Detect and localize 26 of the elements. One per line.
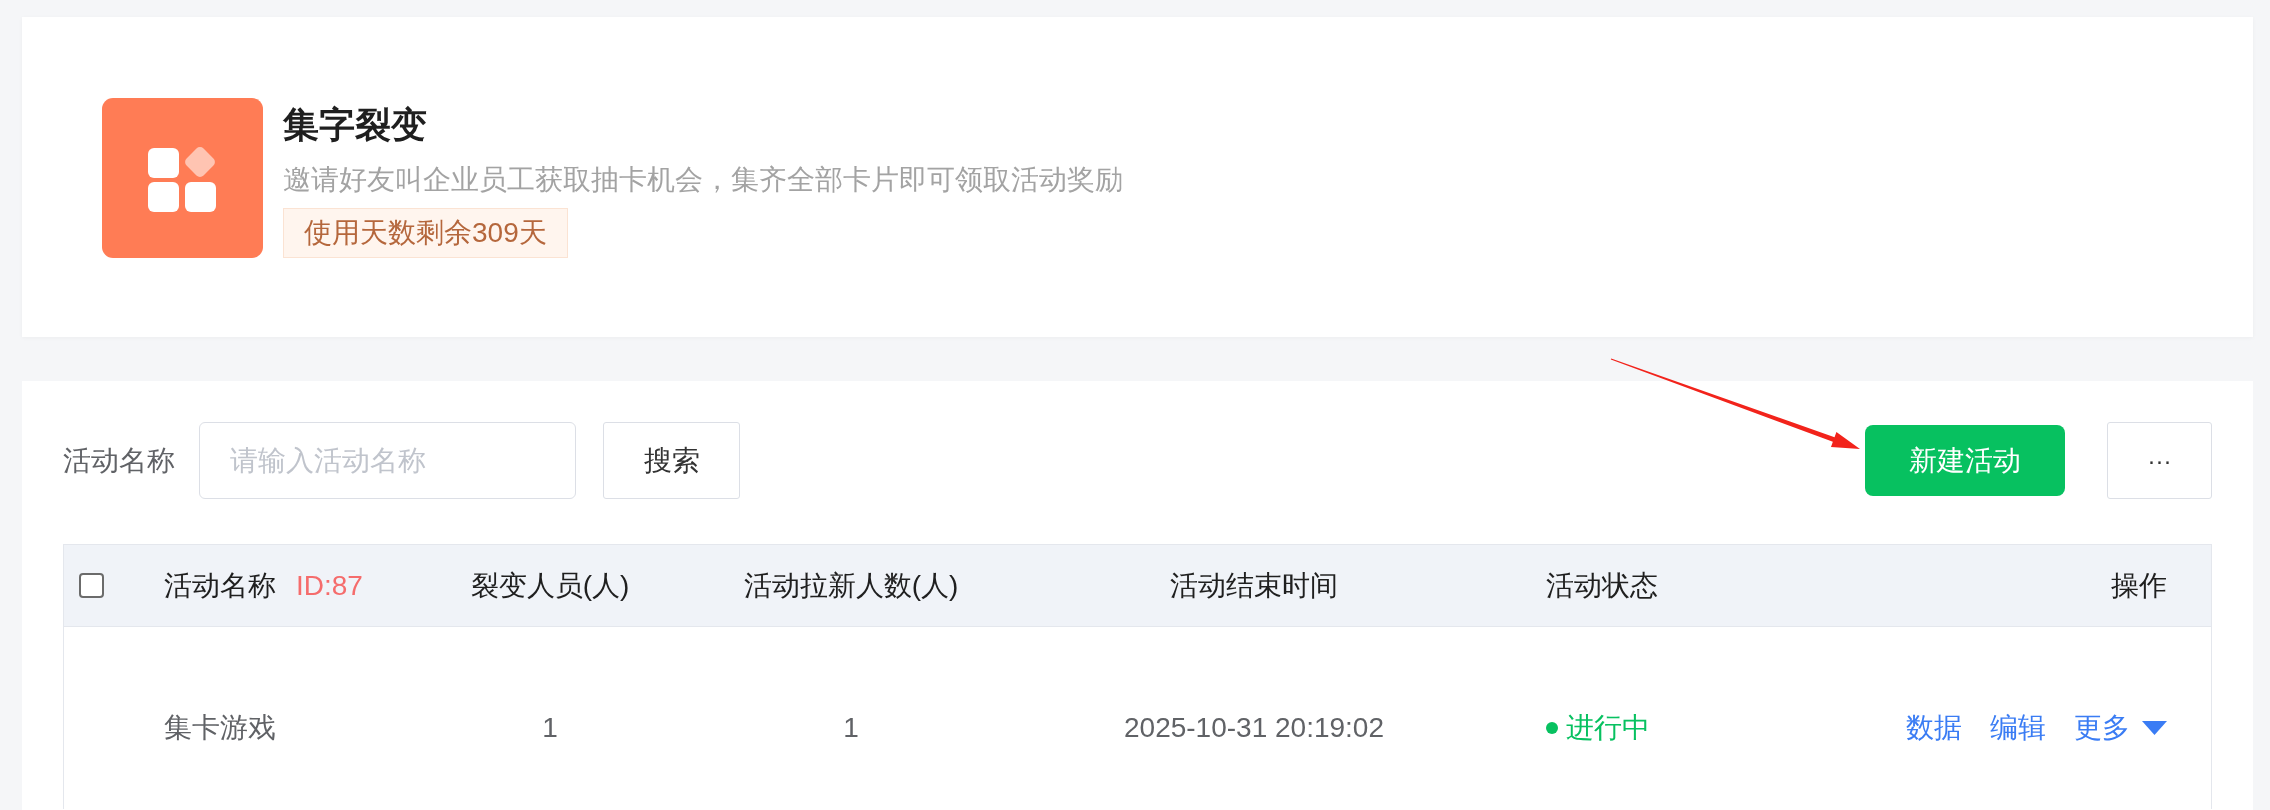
search-button[interactable]: 搜索 bbox=[603, 422, 740, 499]
filter-label: 活动名称 bbox=[63, 443, 175, 478]
remaining-days-badge: 使用天数剩余309天 bbox=[283, 208, 568, 258]
column-header: 活动名称 bbox=[164, 568, 276, 603]
table-cell-text: 1 bbox=[843, 711, 859, 745]
app-title: 集字裂变 bbox=[283, 103, 427, 147]
id-tag: ID:87 bbox=[296, 564, 363, 607]
column-header: 活动拉新人数(人) bbox=[743, 568, 959, 603]
more-options-button[interactable]: ··· bbox=[2107, 422, 2212, 499]
action-link[interactable]: 数据 bbox=[1906, 707, 1962, 749]
app-description: 邀请好友叫企业员工获取抽卡机会，集齐全部卡片即可领取活动奖励 bbox=[283, 163, 1123, 197]
table-cell-text: 2025-10-31 20:19:02 bbox=[1124, 711, 1384, 745]
action-link[interactable]: 编辑 bbox=[1990, 707, 2046, 749]
select-all-checkbox[interactable] bbox=[79, 573, 104, 598]
new-activity-button[interactable]: 新建活动 bbox=[1865, 425, 2065, 496]
table-cell-text: 集卡游戏 bbox=[164, 711, 276, 745]
more-dropdown[interactable]: 更多 bbox=[2074, 707, 2167, 749]
blocks-icon bbox=[102, 98, 263, 258]
column-header: 操作 bbox=[2111, 568, 2167, 603]
column-header: 活动结束时间 bbox=[1170, 568, 1338, 603]
column-header: 活动状态 bbox=[1546, 568, 1658, 603]
search-field[interactable]: 请输入活动名称 bbox=[199, 422, 576, 499]
caret-icon bbox=[2142, 721, 2167, 735]
column-header: 裂变人员(人) bbox=[470, 568, 630, 603]
table-cell-text: 1 bbox=[542, 711, 558, 745]
status-label: 进行中 bbox=[1566, 711, 1650, 745]
